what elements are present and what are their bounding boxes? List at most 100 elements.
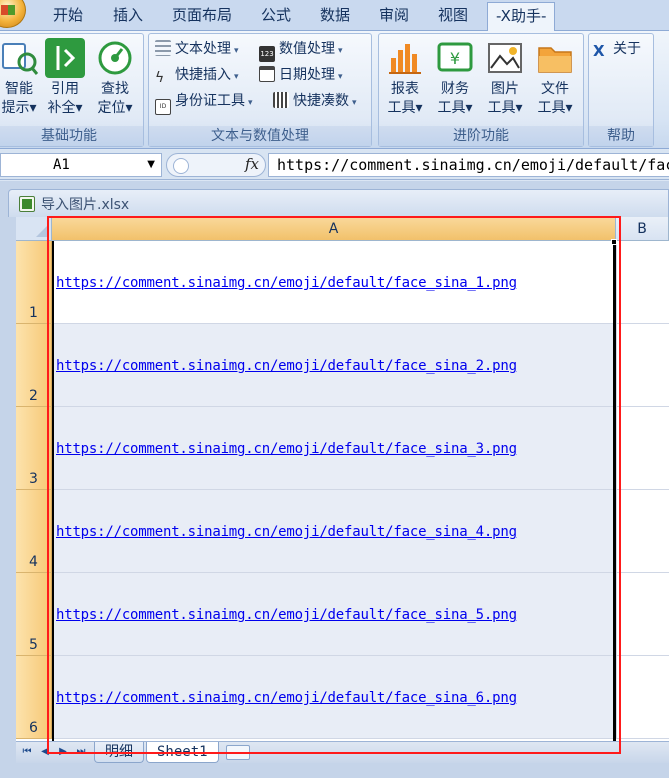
spreadsheet-grid[interactable]: A B 1 https://comment.sinaimg.cn/emoji/d… [16,217,669,741]
sheet-tab-bar: ⏮ ◀ ▶ ⏭ 明细 Sheet1 [16,741,669,763]
hyperlink[interactable]: https://comment.sinaimg.cn/emoji/default… [56,524,517,540]
chevron-down-icon: ▾ [248,98,253,108]
select-all-button[interactable] [16,217,52,241]
cell-b2[interactable] [616,324,669,407]
tab-page-layout[interactable]: 页面布局 [172,0,232,31]
insert-sheet-icon[interactable] [226,745,250,760]
number-process-button[interactable]: 123 数值处理 ▾ [259,38,343,62]
calendar-icon [259,66,275,82]
tab-review[interactable]: 审阅 [379,0,409,31]
finance-yen-icon: ¥ [435,38,475,78]
cell-b3[interactable] [616,407,669,490]
number-process-label: 数值处理 [279,41,335,57]
row-header-5[interactable]: 5 [16,573,52,656]
formula-bar: A1 ▼ fx https://comment.sinaimg.cn/emoji… [0,150,669,180]
id-card-tool-button[interactable]: ID 身份证工具 ▾ [155,90,253,115]
fill-handle[interactable] [611,239,617,245]
group-text-number: 文本处理 ▾ 123 数值处理 ▾ ϟ 快捷插入 ▾ 日期处理 ▾ ID 身份证工具 ▾ 快捷凑… [148,33,372,147]
row-header-3[interactable]: 3 [16,407,52,490]
row-number: 2 [29,388,38,404]
workbook-title-bar: 导入图片.xlsx [8,189,669,217]
reference-icon [45,38,85,78]
row-number: 5 [29,637,38,653]
cell-b5[interactable] [616,573,669,656]
report-label-1: 报表 [391,81,419,97]
cell-a3[interactable]: https://comment.sinaimg.cn/emoji/default… [52,407,616,490]
cell-b6[interactable] [616,656,669,739]
report-tool-button[interactable]: 报表 工具▾ [381,38,429,118]
reference-label-1: 引用 [51,81,79,97]
ribbon: 智能 提示▾ 引用 补全▾ 查找 定位▾ 基础功能 文本处理 ▾ 123 数值处理 ▾… [0,31,669,149]
finance-label-1: 财务 [441,81,469,97]
sheet-tab-sheet1[interactable]: Sheet1 [146,742,219,763]
sheet-tab-detail[interactable]: 明细 [94,742,144,763]
hyperlink[interactable]: https://comment.sinaimg.cn/emoji/default… [56,607,517,623]
lightning-icon: ϟ [155,70,165,86]
smart-hint-label-1: 智能 [5,81,33,97]
expand-circle-icon[interactable] [173,158,189,174]
ribbon-tab-bar: 开始 插入 页面布局 公式 数据 审阅 视图 -X助手- [0,0,669,32]
row-header-2[interactable]: 2 [16,324,52,407]
finance-tool-button[interactable]: ¥ 财务 工具▾ [431,38,479,118]
find-locate-button[interactable]: 查找 定位▾ [91,38,139,118]
picture-label-1: 图片 [491,81,519,97]
file-label-1: 文件 [541,81,569,97]
number-123-icon: 123 [259,46,275,62]
cell-b1[interactable] [616,241,669,324]
next-sheet-icon[interactable]: ▶ [56,745,70,759]
text-lines-icon [155,40,171,56]
insert-function-button[interactable]: fx [245,155,259,173]
search-icon [0,38,39,78]
hyperlink[interactable]: https://comment.sinaimg.cn/emoji/default… [56,441,517,457]
x-logo-icon: X [593,42,605,60]
grid-sum-icon [273,92,289,108]
quick-insert-button[interactable]: ϟ 快捷插入 ▾ [155,64,239,86]
last-sheet-icon[interactable]: ⏭ [74,745,88,759]
hyperlink[interactable]: https://comment.sinaimg.cn/emoji/default… [56,358,517,374]
picture-tool-button[interactable]: 图片 工具▾ [481,38,529,118]
formula-controls: fx [166,153,266,177]
group-advanced-label: 进阶功能 [379,126,583,146]
hyperlink[interactable]: https://comment.sinaimg.cn/emoji/default… [56,275,517,291]
picture-icon [485,38,525,78]
cell-a5[interactable]: https://comment.sinaimg.cn/emoji/default… [52,573,616,656]
tab-home[interactable]: 开始 [53,0,83,31]
tab-insert[interactable]: 插入 [113,0,143,31]
office-button[interactable] [0,0,26,28]
file-tool-button[interactable]: 文件 工具▾ [531,38,579,118]
tab-view[interactable]: 视图 [438,0,468,31]
text-process-button[interactable]: 文本处理 ▾ [155,38,239,60]
formula-input[interactable]: https://comment.sinaimg.cn/emoji/default… [268,153,669,177]
tab-x-helper[interactable]: -X助手- [487,2,556,32]
chevron-down-icon[interactable]: ▼ [147,154,155,176]
quick-sum-button[interactable]: 快捷凑数 ▾ [273,90,357,112]
row-header-1[interactable]: 1 [16,241,52,324]
cell-a4[interactable]: https://comment.sinaimg.cn/emoji/default… [52,490,616,573]
row-header-4[interactable]: 4 [16,490,52,573]
text-process-label: 文本处理 [175,41,231,57]
name-box[interactable]: A1 ▼ [0,153,162,177]
name-box-value: A1 [53,157,70,173]
chevron-down-icon: ▾ [234,46,239,56]
tab-formulas[interactable]: 公式 [261,0,291,31]
smart-hint-button[interactable]: 智能 提示▾ [0,38,43,118]
cell-a1[interactable]: https://comment.sinaimg.cn/emoji/default… [52,241,616,324]
report-label-2: 工具▾ [387,100,423,116]
quick-insert-label: 快捷插入 [175,67,231,83]
row-number: 3 [29,471,38,487]
finance-label-2: 工具▾ [437,100,473,116]
prev-sheet-icon[interactable]: ◀ [38,745,52,759]
column-header-b[interactable]: B [616,217,669,241]
file-label-2: 工具▾ [537,100,573,116]
first-sheet-icon[interactable]: ⏮ [20,745,34,759]
cell-a2[interactable]: https://comment.sinaimg.cn/emoji/default… [52,324,616,407]
column-header-a[interactable]: A [52,217,616,241]
reference-complete-button[interactable]: 引用 补全▾ [41,38,89,118]
cell-a6[interactable]: https://comment.sinaimg.cn/emoji/default… [52,656,616,739]
hyperlink[interactable]: https://comment.sinaimg.cn/emoji/default… [56,690,517,706]
cell-b4[interactable] [616,490,669,573]
about-button[interactable]: X 关于 [593,38,641,60]
date-process-button[interactable]: 日期处理 ▾ [259,64,343,86]
tab-data[interactable]: 数据 [320,0,350,31]
row-header-6[interactable]: 6 [16,656,52,739]
